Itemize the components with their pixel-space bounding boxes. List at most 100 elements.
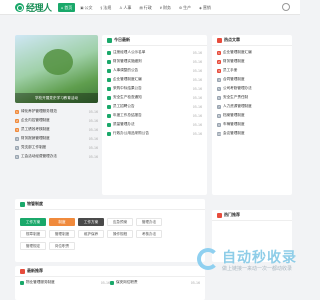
list-item-date: 05-16 (88, 127, 98, 132)
category-tab[interactable]: 管理办法 (136, 218, 162, 226)
rank-badge: 6 (217, 95, 221, 100)
news-item[interactable]: 行政办公用品采购公告 05-16 (107, 129, 202, 138)
fire-icon (217, 37, 222, 43)
news-title: 质量管理办法 (113, 122, 135, 126)
news-item[interactable]: 人事调整的公告 05-16 (107, 66, 202, 75)
category-tabs: 工作方案 制度 工作方案 应急预案 管理办法 规章制度 管理制度 维护保养 操作规程 考核办法 管理… (20, 218, 190, 254)
news-item[interactable]: 企业管理制度汇编 05-16 (107, 75, 202, 84)
recommend-item[interactable]: 物业管理服务制度 05-16 (20, 278, 110, 287)
category-tab[interactable]: 工作方案 (20, 218, 46, 226)
news-item[interactable]: 采购中标结果公告 05-16 (107, 84, 202, 93)
site-logo[interactable]: 经理人 (15, 2, 52, 14)
list-item-date: 05-16 (88, 136, 98, 141)
category-tab[interactable]: 规章制度 (20, 230, 46, 238)
news-item[interactable]: 员工招聘公告 05-16 (107, 102, 202, 111)
list-item-date: 05-16 (88, 145, 98, 150)
news-title: 人事调整的公告 (113, 68, 139, 72)
left-article-list: 1 绿化养护管理服务规范 05-16 2 企业内控管理制度 05-16 3 员工绩效考核制度 0… (15, 107, 98, 161)
nav-label: 公文 (84, 4, 93, 10)
hot-article-item[interactable]: 9 车辆管理制度 (217, 120, 287, 129)
list-item[interactable]: 6 工会活动经费管理办法 05-16 (15, 152, 98, 161)
watermark-icon (197, 248, 219, 270)
list-item[interactable]: 5 党支部工作制度 05-16 (15, 143, 98, 152)
recommend-card: 最新推荐 物业管理服务制度 05-16 保安岗位职责 05-16 (15, 266, 205, 300)
list-item[interactable]: 1 绿化养护管理服务规范 05-16 (15, 107, 98, 116)
nav-item[interactable]: ♙ 人事 (116, 3, 134, 12)
nav-icon: § (100, 5, 103, 10)
nav-label: 法规 (103, 4, 112, 10)
news-item[interactable]: 注册经理人公示名单 05-16 (107, 48, 202, 57)
watermark-subtitle: 做上链接一来动一次一都动收录 (222, 266, 293, 272)
nav-item[interactable]: ¥ 财务 (157, 3, 174, 12)
hot-article-item[interactable]: 10 会议管理制度 (217, 129, 287, 138)
category-tab[interactable]: 管理制度 (49, 230, 75, 238)
hot-article-item[interactable]: 6 安全生产责任制 (217, 93, 287, 102)
doc-icon (107, 86, 111, 91)
rank-badge: 4 (15, 136, 19, 141)
news-date: 05-16 (192, 50, 202, 55)
search-icon[interactable] (282, 3, 290, 11)
news-date: 05-16 (192, 86, 202, 91)
hot-article-item[interactable]: 7 人力资源管理制度 (217, 102, 287, 111)
list-item[interactable]: 2 企业内控管理制度 05-16 (15, 116, 98, 125)
nav-item[interactable]: ▣ 公文 (77, 3, 95, 12)
hot-article-title: 员工手册 (223, 68, 238, 72)
watermark-title: 自动秒收录 (222, 250, 297, 266)
hot-article-item[interactable]: 4 合同管理制度 (217, 75, 287, 84)
hot-article-title: 档案管理制度 (223, 113, 245, 117)
list-item[interactable]: 4 财务报销管理制度 05-16 (15, 134, 98, 143)
top-navbar: 经理人 ⌂ 首页 ▣ 公文 § 法规 ♙ 人事 ▤ 行政 ¥ 财务 ⚙ 生产 ◈ 营销 (0, 0, 300, 15)
nav-icon: ⌂ (61, 5, 64, 10)
hot-article-title: 会议管理制度 (223, 131, 245, 135)
rank-badge: 10 (217, 131, 221, 136)
news-item[interactable]: 质量管理办法 05-16 (107, 120, 202, 129)
news-title: 安全生产检查通知 (113, 95, 142, 99)
list-item-date: 05-16 (88, 154, 98, 159)
system-title: 物管制度 (27, 201, 43, 206)
category-tab[interactable]: 工作方案 (78, 218, 104, 226)
recommend-item[interactable]: 保安岗位职责 05-16 (110, 278, 200, 287)
category-tab[interactable]: 操作规程 (107, 230, 133, 238)
doc-icon (107, 95, 111, 100)
category-tab[interactable]: 制度 (49, 218, 75, 226)
nav-item[interactable]: ◈ 营销 (196, 3, 214, 12)
nav-item[interactable]: ⌂ 首页 (58, 3, 76, 12)
nav-item[interactable]: § 法规 (98, 3, 115, 12)
news-date: 05-16 (192, 122, 202, 127)
category-tab[interactable]: 维护保养 (78, 230, 104, 238)
hot-article-title: 人力资源管理制度 (223, 104, 252, 108)
news-item[interactable]: 安全生产检查通知 05-16 (107, 93, 202, 102)
nav-item[interactable]: ⚙ 生产 (176, 3, 194, 12)
news-item[interactable]: 年度工作总结报告 05-16 (107, 111, 202, 120)
list-item-title: 员工绩效考核制度 (21, 127, 50, 131)
news-item[interactable]: 财务管理实施细则 05-16 (107, 57, 202, 66)
category-tab[interactable]: 应急预案 (107, 218, 133, 226)
hot-article-item[interactable]: 8 档案管理制度 (217, 111, 287, 120)
news-date: 05-16 (192, 59, 202, 64)
category-tab[interactable]: 岗位职责 (49, 242, 75, 250)
nav-icon: ▤ (139, 5, 143, 10)
hot-article-item[interactable]: 5 公司考勤管理办法 (217, 84, 287, 93)
doc-icon (20, 201, 25, 207)
category-tab[interactable]: 考核办法 (136, 230, 162, 238)
doc-icon (107, 77, 111, 82)
doc-icon (107, 113, 111, 118)
hot-article-item[interactable]: 2 财务管理制度 (217, 57, 287, 66)
hot-articles-card: 热点文章 1 企业管理制度汇编 2 财务管理制度 3 员工手册 4 合同管理制度 5 公司考勤管理… (212, 35, 292, 195)
news-icon (107, 37, 112, 43)
rank-badge: 3 (15, 127, 19, 132)
nav-item[interactable]: ▤ 行政 (136, 3, 154, 12)
nav-label: 行政 (143, 4, 152, 10)
doc-icon (107, 104, 111, 109)
watermark-logo: 自动秒收录 做上链接一来动一次一都动收录 (197, 245, 297, 275)
news-date: 05-16 (192, 77, 202, 82)
hero-image[interactable]: 学校开展党史学习教育活动 (15, 35, 98, 103)
rank-badge: 6 (15, 154, 19, 159)
category-tab[interactable]: 管理规定 (20, 242, 46, 250)
hot-article-item[interactable]: 1 企业管理制度汇编 (217, 48, 287, 57)
list-item[interactable]: 3 员工绩效考核制度 05-16 (15, 125, 98, 134)
news-title: 采购中标结果公告 (113, 86, 142, 90)
recommend-title: 物业管理服务制度 (26, 280, 55, 284)
doc-icon (107, 59, 111, 64)
hot-article-item[interactable]: 3 员工手册 (217, 66, 287, 75)
